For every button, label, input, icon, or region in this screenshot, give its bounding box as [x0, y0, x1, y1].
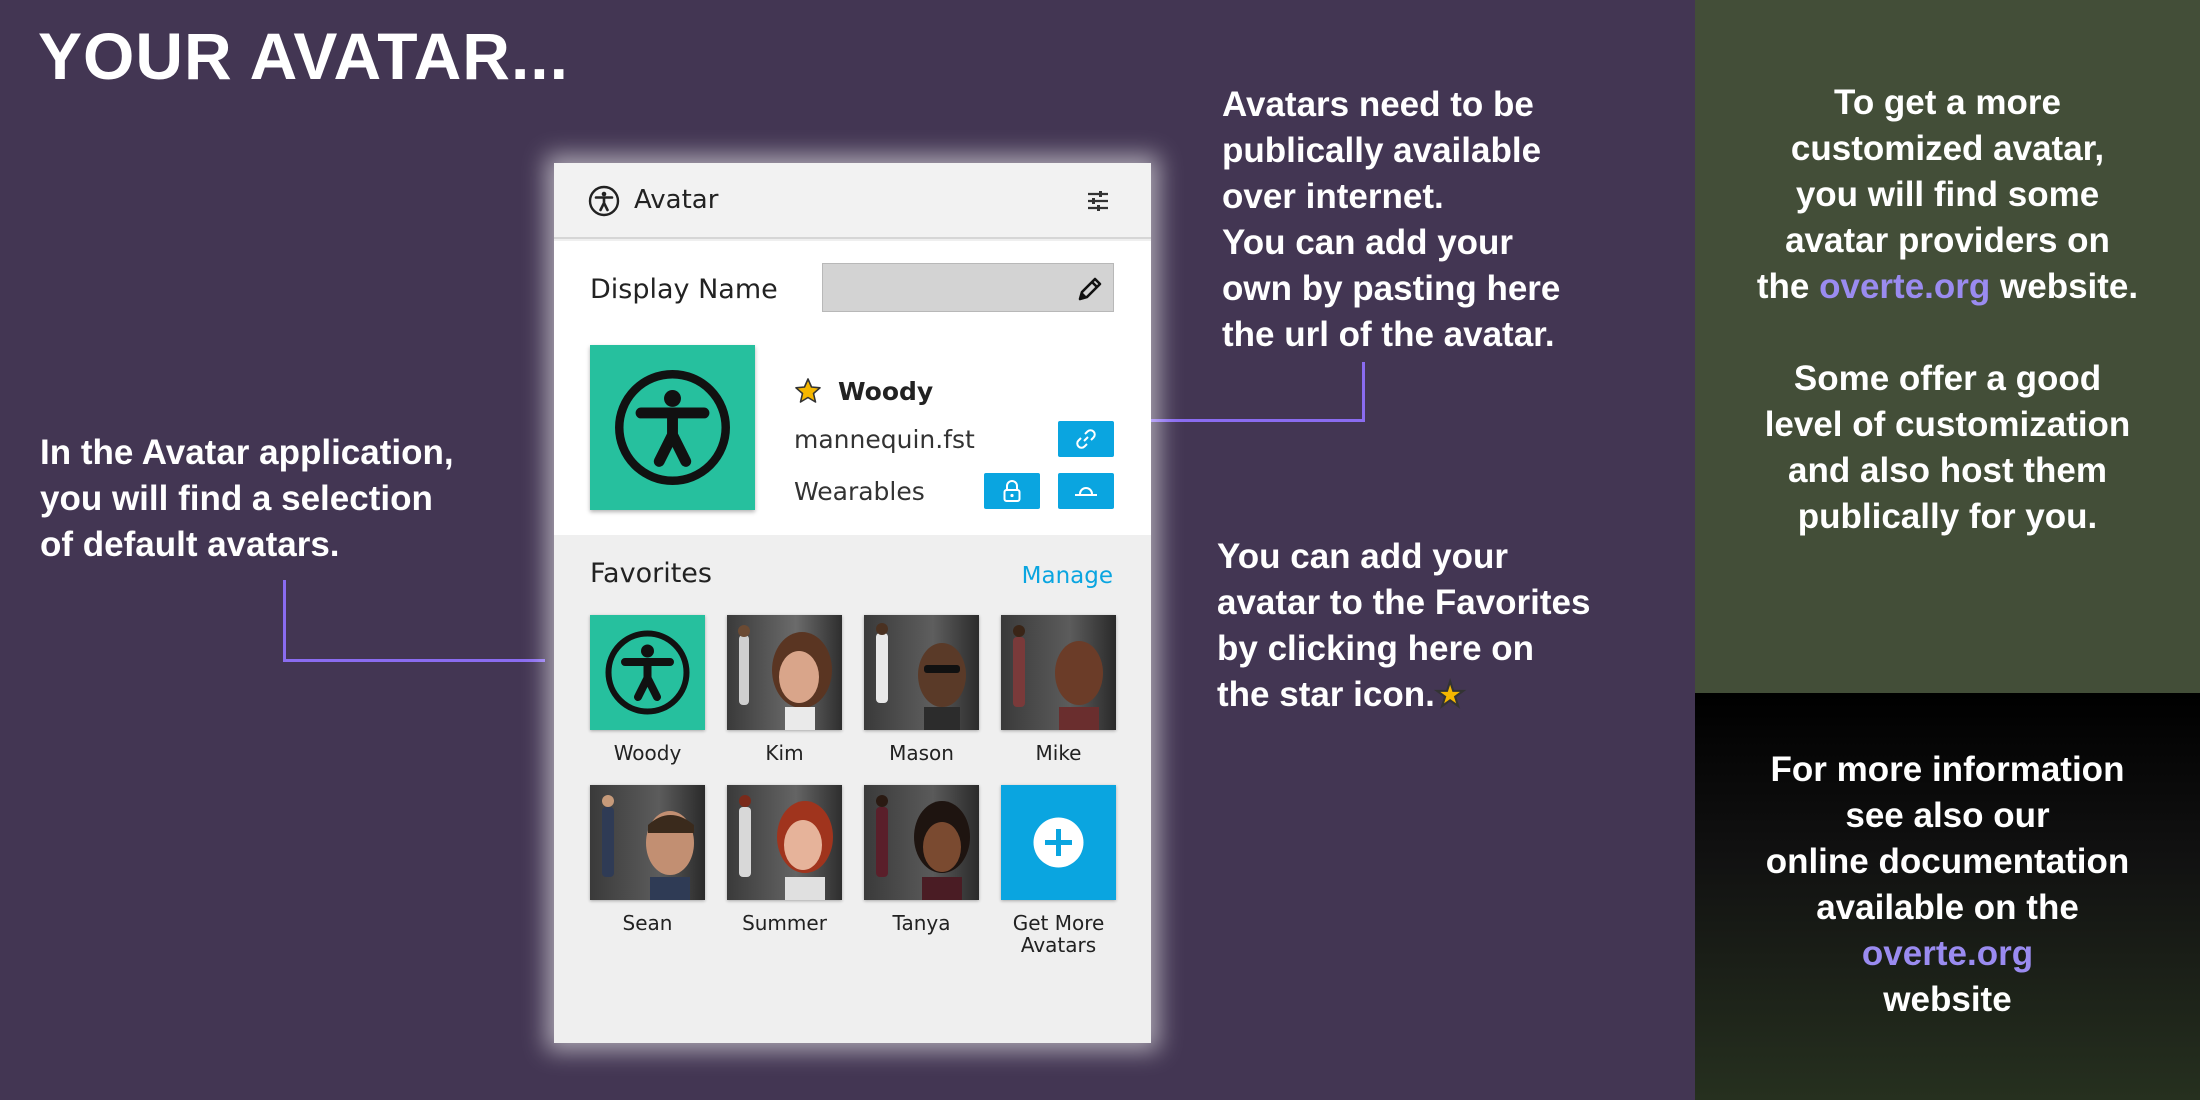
display-name-input[interactable] [823, 264, 1113, 311]
connector-left-horizontal [283, 659, 545, 662]
avatar-thumbnail[interactable] [590, 615, 705, 730]
manage-favorites-link[interactable]: Manage [1022, 563, 1113, 589]
avatar-thumbnail[interactable] [1001, 615, 1116, 730]
avatar-url-button[interactable] [1058, 421, 1114, 457]
star-icon[interactable] [794, 377, 822, 405]
display-name-field[interactable] [822, 263, 1114, 312]
connector-left-vertical [283, 580, 286, 662]
wearables-button[interactable] [1058, 473, 1114, 509]
star-icon: ★ [1434, 676, 1466, 715]
text-line: customized avatar, [1790, 129, 2105, 168]
current-avatar-section: Display Name Woody mannequin.fst Wearabl… [554, 241, 1151, 535]
hat-icon [1075, 487, 1097, 496]
note-avatar-url: Avatars need to be publically available … [1222, 85, 1561, 354]
app-title: Avatar [634, 185, 719, 215]
note-favorites: You can add your avatar to the Favorites… [1217, 534, 1590, 718]
current-avatar-file: mannequin.fst [794, 425, 975, 454]
connector-top-vertical [1362, 362, 1365, 422]
wearables-label: Wearables [794, 477, 925, 506]
text-paragraph: Some offer a good level of customization… [1764, 359, 2131, 536]
text-fragment: the [1756, 267, 1820, 306]
note-default-avatars: In the Avatar application, you will find… [40, 433, 454, 564]
lock-wearables-button[interactable] [984, 473, 1040, 509]
favorite-avatar[interactable]: Mason [864, 615, 979, 764]
avatar-thumbnail[interactable] [727, 615, 842, 730]
avatar-portrait-image [738, 625, 832, 730]
avatar-portrait-image [876, 623, 966, 730]
accessibility-icon [588, 185, 620, 217]
link-icon [1076, 429, 1096, 449]
avatar-app-window: Avatar Display Name Woody mannequin.fst … [554, 163, 1151, 1043]
favorite-avatar[interactable]: Mike [1001, 615, 1116, 764]
info-panel-documentation: For more information see also our online… [1695, 693, 2200, 1100]
text-line: you will find some [1795, 175, 2100, 214]
plus-circle-icon [1033, 817, 1084, 868]
favorite-label: Kim [765, 741, 804, 765]
avatar-portrait-image [876, 795, 970, 900]
overte-link[interactable]: overte.org [1695, 931, 2200, 977]
favorite-avatar[interactable]: Summer [727, 785, 842, 934]
text-line: see also our [1845, 796, 2050, 835]
accessibility-icon [615, 370, 730, 485]
get-more-avatars-item[interactable]: Get More Avatars [1001, 785, 1116, 956]
text-line: the overte.org website. [1695, 264, 2200, 310]
settings-sliders-icon[interactable] [1085, 188, 1111, 214]
avatar-thumbnail[interactable] [590, 785, 705, 900]
app-header: Avatar [554, 163, 1151, 239]
favorite-label: Get More Avatars [1012, 911, 1105, 957]
accessibility-icon [605, 630, 690, 715]
overte-link[interactable]: overte.org [1819, 267, 1990, 306]
slide-title: YOUR AVATAR... [38, 19, 569, 93]
note-favorites-text: You can add your avatar to the Favorites… [1217, 537, 1591, 714]
lock-icon [1003, 480, 1021, 502]
favorite-avatar[interactable]: Sean [590, 785, 705, 934]
favorite-label: Mike [1035, 741, 1082, 765]
display-name-label: Display Name [590, 274, 778, 305]
favorites-heading: Favorites [590, 558, 712, 589]
favorite-avatar[interactable]: Woody [590, 615, 705, 764]
info-panel-customization: To get a more customized avatar, you wil… [1695, 0, 2200, 693]
text-line: For more information [1770, 750, 2125, 789]
documentation-text: For more information see also our online… [1695, 747, 2200, 1023]
favorite-label: Woody [613, 741, 682, 765]
avatar-thumbnail[interactable] [864, 785, 979, 900]
favorite-avatar[interactable]: Kim [727, 615, 842, 764]
text-line: available on the [1816, 888, 2079, 927]
text-fragment: website. [1990, 267, 2139, 306]
favorite-label: Summer [742, 911, 827, 935]
text-line: To get a more [1834, 83, 2061, 122]
get-more-avatars-button[interactable] [1001, 785, 1116, 900]
favorite-label: Mason [889, 741, 954, 765]
avatar-portrait-image [1013, 625, 1103, 730]
pencil-icon[interactable] [1075, 274, 1105, 304]
text-line: website [1883, 980, 2012, 1019]
avatar-thumbnail[interactable] [727, 785, 842, 900]
current-avatar-name: Woody [838, 377, 934, 406]
text-line: avatar providers on [1785, 221, 2110, 260]
favorite-label: Tanya [892, 911, 951, 935]
customization-text: To get a more customized avatar, you wil… [1695, 80, 2200, 540]
favorite-label: Sean [622, 911, 673, 935]
avatar-thumbnail[interactable] [864, 615, 979, 730]
avatar-portrait-image [739, 795, 833, 900]
text-line: online documentation [1765, 842, 2130, 881]
avatar-portrait-image [602, 795, 694, 900]
favorite-avatar[interactable]: Tanya [864, 785, 979, 934]
current-avatar-thumbnail [590, 345, 755, 510]
